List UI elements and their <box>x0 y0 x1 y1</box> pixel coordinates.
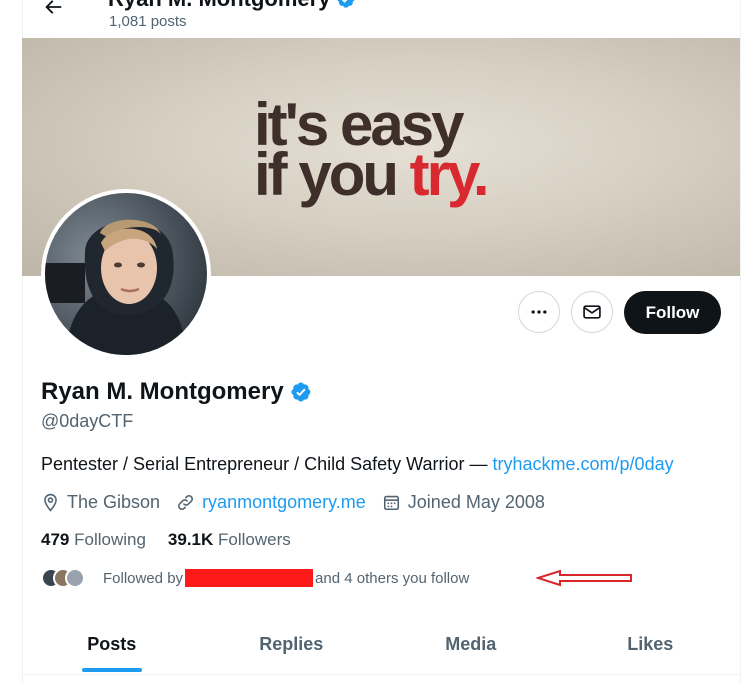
profile-name-row: Ryan M. Montgomery <box>41 378 312 406</box>
verified-badge-icon <box>337 0 355 8</box>
followed-by-prefix: Followed by <box>103 569 184 587</box>
header-name: Ryan M. Montgomery <box>108 0 330 12</box>
redaction-box <box>185 569 314 587</box>
tab-label: Posts <box>87 633 137 654</box>
banner-line-2-red: try. <box>409 141 490 208</box>
banner-slogan: it's easy if you try. <box>254 95 490 205</box>
back-arrow-icon <box>45 0 62 14</box>
website-item: ryanmontgomery.me <box>176 492 366 513</box>
profile-bio: Pentester / Serial Entrepreneur / Child … <box>41 454 674 475</box>
profile-tabs: Posts Replies Media Likes <box>22 616 740 672</box>
follow-counts: 479 Following 39.1K Followers <box>41 530 291 550</box>
tab-replies[interactable]: Replies <box>202 616 382 672</box>
location-item: The Gibson <box>41 492 160 513</box>
avatar-image <box>45 193 207 355</box>
joined-item: Joined May 2008 <box>382 492 545 513</box>
link-icon <box>178 495 194 510</box>
back-button[interactable] <box>36 0 70 24</box>
tab-label: Media <box>445 633 497 654</box>
tabs-divider <box>22 674 740 675</box>
column-border <box>740 0 741 683</box>
banner-line-2-start: if you <box>254 141 410 208</box>
follow-button[interactable]: Follow <box>624 291 721 334</box>
location-icon <box>44 493 57 512</box>
location-text: The Gibson <box>67 492 161 512</box>
more-options-button[interactable] <box>518 291 560 333</box>
message-button[interactable] <box>571 291 613 333</box>
following-label: Following <box>74 530 146 549</box>
bio-text: Pentester / Serial Entrepreneur / Child … <box>41 454 493 474</box>
profile-handle: @0dayCTF <box>41 411 134 431</box>
header-title: Ryan M. Montgomery <box>108 0 356 12</box>
tab-media[interactable]: Media <box>381 616 561 672</box>
following-count: 479 <box>41 530 70 549</box>
followed-by-suffix: and 4 others you follow <box>315 569 470 587</box>
mutual-avatar <box>65 568 85 588</box>
banner-line-2: if you try. <box>254 145 490 205</box>
profile-meta: The Gibson ryanmontgomery.me Joined May … <box>41 492 561 513</box>
website-link[interactable]: ryanmontgomery.me <box>202 492 366 513</box>
left-nav-edge <box>0 0 23 683</box>
calendar-icon <box>383 495 399 511</box>
header-post-count: 1,081 posts <box>109 13 187 30</box>
message-icon <box>583 305 601 319</box>
bio-link[interactable]: tryhackme.com/p/0day <box>493 454 674 474</box>
followers-count: 39.1K <box>167 530 214 549</box>
following-link[interactable]: 479 Following <box>41 530 146 550</box>
followers-label: Followers <box>218 530 291 549</box>
verified-badge-icon[interactable] <box>290 381 312 403</box>
followers-link[interactable]: 39.1K Followers <box>168 530 291 550</box>
tab-posts[interactable]: Posts <box>22 616 202 672</box>
active-tab-indicator <box>81 668 142 672</box>
more-icon <box>531 310 547 314</box>
tab-label: Replies <box>259 633 324 654</box>
profile-display-name: Ryan M. Montgomery <box>41 378 284 405</box>
tab-label: Likes <box>627 633 674 654</box>
joined-text: Joined May 2008 <box>407 492 545 512</box>
avatar[interactable] <box>41 189 211 359</box>
followed-by-row[interactable]: Followed by and 4 others you follow <box>41 566 469 590</box>
tab-likes[interactable]: Likes <box>561 616 741 672</box>
annotation-arrow-icon <box>536 569 632 587</box>
